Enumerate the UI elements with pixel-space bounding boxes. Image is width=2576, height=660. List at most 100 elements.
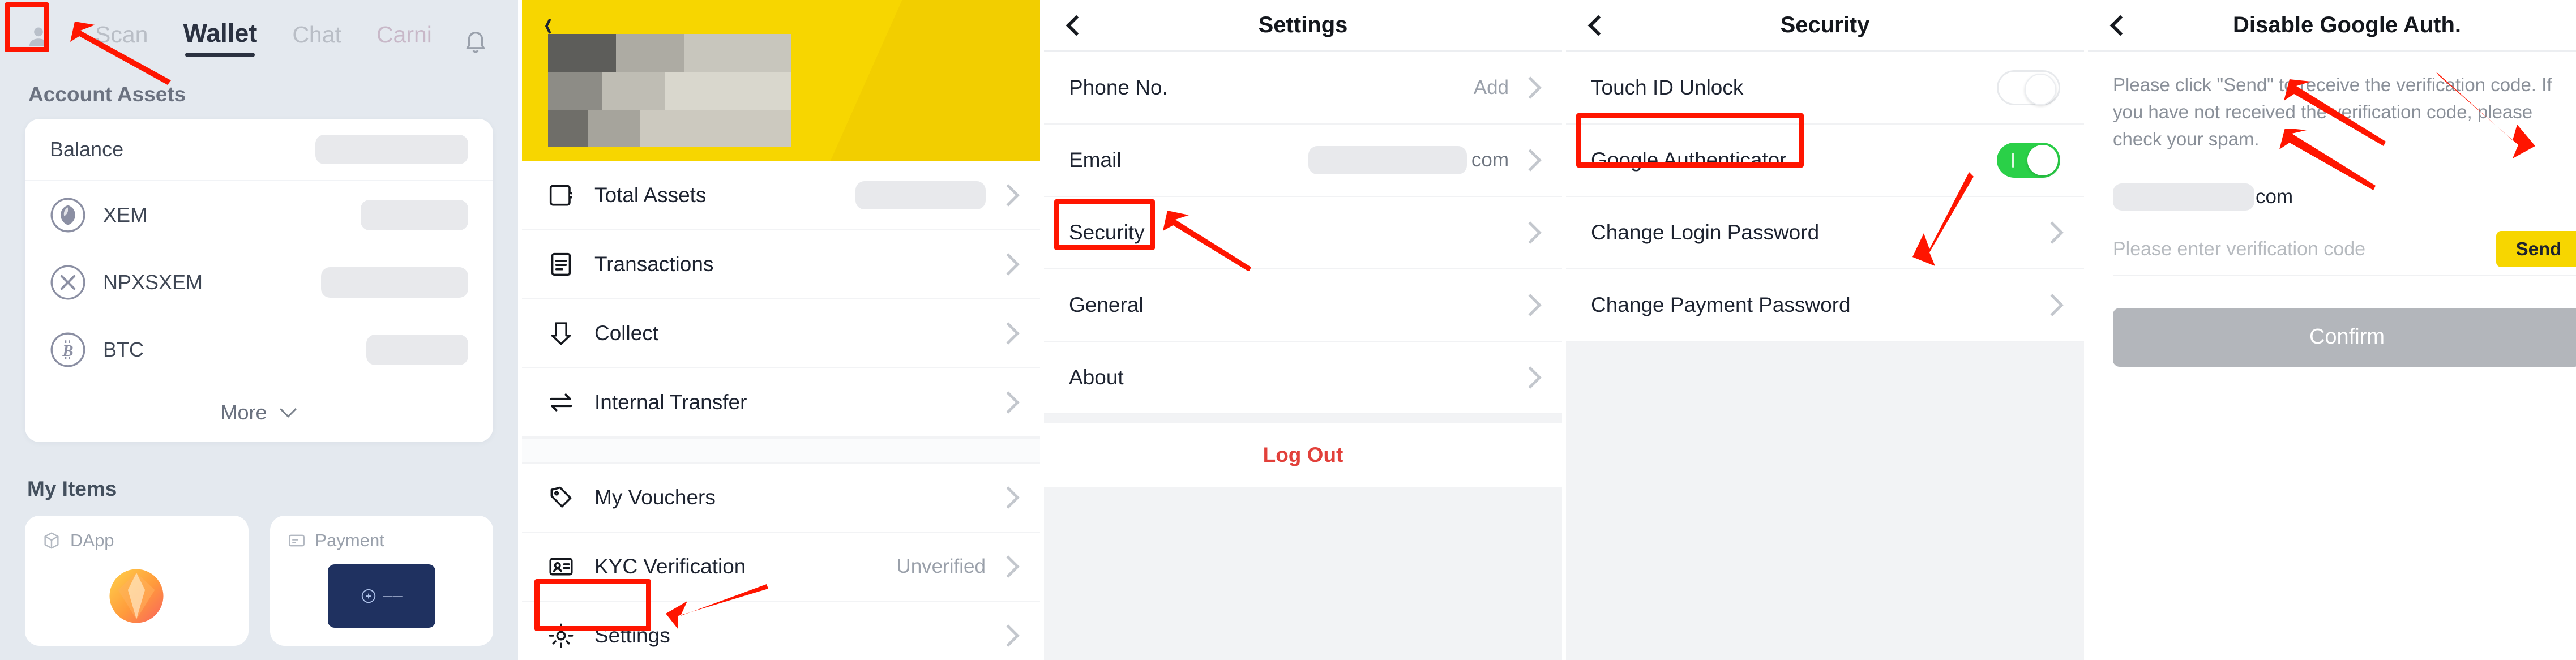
- bank-card-text: ——: [383, 590, 403, 601]
- security-row-change-login-password[interactable]: Change Login Password: [1566, 197, 2084, 269]
- back-icon[interactable]: [1066, 15, 1087, 36]
- balance-row[interactable]: Balance: [25, 119, 493, 181]
- avatar[interactable]: [20, 18, 57, 54]
- xem-coin-icon: [50, 198, 85, 232]
- logout-button[interactable]: Log Out: [1044, 414, 1562, 487]
- back-icon[interactable]: [2109, 15, 2131, 36]
- chevron-right-icon: [997, 184, 1020, 207]
- google-authenticator-toggle[interactable]: [1997, 143, 2060, 178]
- logout-label: Log Out: [1263, 443, 1343, 466]
- coin-value-blurred: [321, 267, 468, 298]
- my-items-tiles: DApp Payment ——: [0, 516, 518, 646]
- disable-auth-body: Please click "Send" to receive the verif…: [2088, 52, 2576, 367]
- coin-row-xem[interactable]: XEM: [25, 181, 493, 248]
- panel-security: Security Touch ID Unlock Google Authenti…: [1566, 0, 2084, 660]
- security-empty-area: [1566, 342, 2084, 660]
- settings-navbar: Settings: [1044, 0, 1562, 52]
- settings-row-label: General: [1069, 293, 1144, 316]
- tab-wallet-label: Wallet: [183, 19, 258, 48]
- page-title: Security: [1780, 12, 1870, 37]
- menu-item-internal-transfer[interactable]: Internal Transfer: [522, 368, 1040, 438]
- account-banner: [522, 0, 1040, 161]
- menu-item-transactions[interactable]: Transactions: [522, 230, 1040, 299]
- tile-dapp-head: DApp: [25, 516, 249, 562]
- gear-icon: [549, 623, 574, 648]
- coin-row-btc[interactable]: B BTC: [25, 316, 493, 383]
- tab-chat[interactable]: Chat: [292, 22, 341, 54]
- settings-row-email[interactable]: Email com: [1044, 125, 1562, 197]
- wallet-tabs: Scan Wallet Chat Carni: [95, 19, 432, 57]
- id-card-icon: [549, 558, 573, 576]
- send-button[interactable]: Send: [2496, 231, 2576, 268]
- wallet-icon: [549, 185, 572, 206]
- more-label: More: [220, 401, 267, 424]
- security-row-google-authenticator[interactable]: Google Authenticator: [1566, 125, 2084, 197]
- touch-id-toggle[interactable]: [1997, 70, 2060, 105]
- settings-row-phone[interactable]: Phone No. Add: [1044, 52, 1562, 125]
- chevron-right-icon: [997, 486, 1020, 509]
- tile-payment[interactable]: Payment ——: [269, 516, 494, 646]
- panel-settings: Settings Phone No. Add Email com Securit…: [1044, 0, 1562, 660]
- balance-label: Balance: [50, 138, 124, 161]
- menu-item-label: Transactions: [594, 252, 714, 276]
- svg-text:B: B: [62, 342, 73, 360]
- screenshot-root: Scan Wallet Chat Carni Account Assets Ba…: [0, 0, 2576, 660]
- coin-symbol: NPXSXEM: [103, 270, 203, 294]
- menu-item-total-assets[interactable]: Total Assets: [522, 161, 1040, 230]
- panel-divider: [1040, 0, 1044, 660]
- confirm-button[interactable]: Confirm: [2113, 307, 2576, 367]
- cube-icon: [44, 532, 59, 549]
- settings-row-label: About: [1069, 366, 1124, 389]
- menu-item-kyc-verification[interactable]: KYC Verification Unverified: [522, 533, 1040, 602]
- tab-wallet[interactable]: Wallet: [183, 19, 258, 57]
- phone-add-value: Add: [1473, 76, 1509, 98]
- panel-divider: [518, 0, 522, 660]
- menu-item-collect[interactable]: Collect: [522, 299, 1040, 368]
- tab-scan[interactable]: Scan: [95, 22, 148, 54]
- tile-payment-head: Payment: [270, 516, 494, 562]
- chevron-right-icon: [997, 624, 1020, 647]
- security-row-touch-id[interactable]: Touch ID Unlock: [1566, 52, 2084, 125]
- tile-payment-body: ——: [270, 562, 494, 630]
- panel-account-menu: Total Assets Transactions Collect Intern…: [522, 0, 1040, 660]
- coin-symbol: BTC: [103, 337, 144, 361]
- menu-item-label: Collect: [594, 322, 659, 345]
- settings-row-general[interactable]: General: [1044, 269, 1562, 342]
- account-assets-title: Account Assets: [28, 83, 186, 106]
- panel-divider: [2084, 0, 2088, 660]
- settings-row-about[interactable]: About: [1044, 342, 1562, 414]
- tile-dapp[interactable]: DApp: [25, 516, 249, 646]
- menu-item-settings[interactable]: Settings: [522, 602, 1040, 660]
- chevron-right-icon: [1519, 294, 1542, 316]
- back-icon[interactable]: [1587, 15, 1609, 36]
- more-button[interactable]: More: [25, 383, 493, 442]
- menu-item-label: Total Assets: [594, 183, 707, 207]
- menu-item-label: My Vouchers: [594, 486, 716, 509]
- verification-code-row: Please enter verification code Send: [2113, 224, 2576, 276]
- security-row-label: Change Payment Password: [1591, 293, 1851, 316]
- coin-row-npxsxem[interactable]: NPXSXEM: [25, 248, 493, 316]
- chevron-right-icon: [997, 555, 1020, 578]
- chevron-right-icon: [997, 391, 1020, 414]
- page-title: Settings: [1258, 12, 1348, 37]
- chevron-right-icon: [2041, 294, 2064, 316]
- tab-carni[interactable]: Carni: [376, 22, 432, 54]
- chevron-right-icon: [2041, 221, 2064, 244]
- btc-coin-icon: B: [50, 332, 85, 367]
- menu-item-label: Internal Transfer: [594, 391, 747, 414]
- email-domain-suffix: com: [2256, 185, 2293, 208]
- security-row-change-payment-password[interactable]: Change Payment Password: [1566, 269, 2084, 342]
- chevron-right-icon: [1519, 366, 1542, 389]
- account-menu-list: Total Assets Transactions Collect Intern…: [522, 161, 1040, 660]
- chevron-right-icon: [997, 253, 1020, 276]
- menu-item-my-vouchers[interactable]: My Vouchers: [522, 464, 1040, 533]
- verification-code-input[interactable]: Please enter verification code: [2113, 238, 2365, 260]
- settings-row-label: Security: [1069, 221, 1145, 244]
- security-row-label: Google Authenticator: [1591, 148, 1787, 172]
- bell-icon[interactable]: [463, 27, 489, 55]
- tab-carni-label: Carni: [376, 22, 432, 48]
- coin-symbol: XEM: [103, 203, 148, 226]
- chevron-right-icon: [997, 322, 1020, 345]
- kyc-status-value: Unverified: [896, 555, 986, 577]
- settings-row-security[interactable]: Security: [1044, 197, 1562, 269]
